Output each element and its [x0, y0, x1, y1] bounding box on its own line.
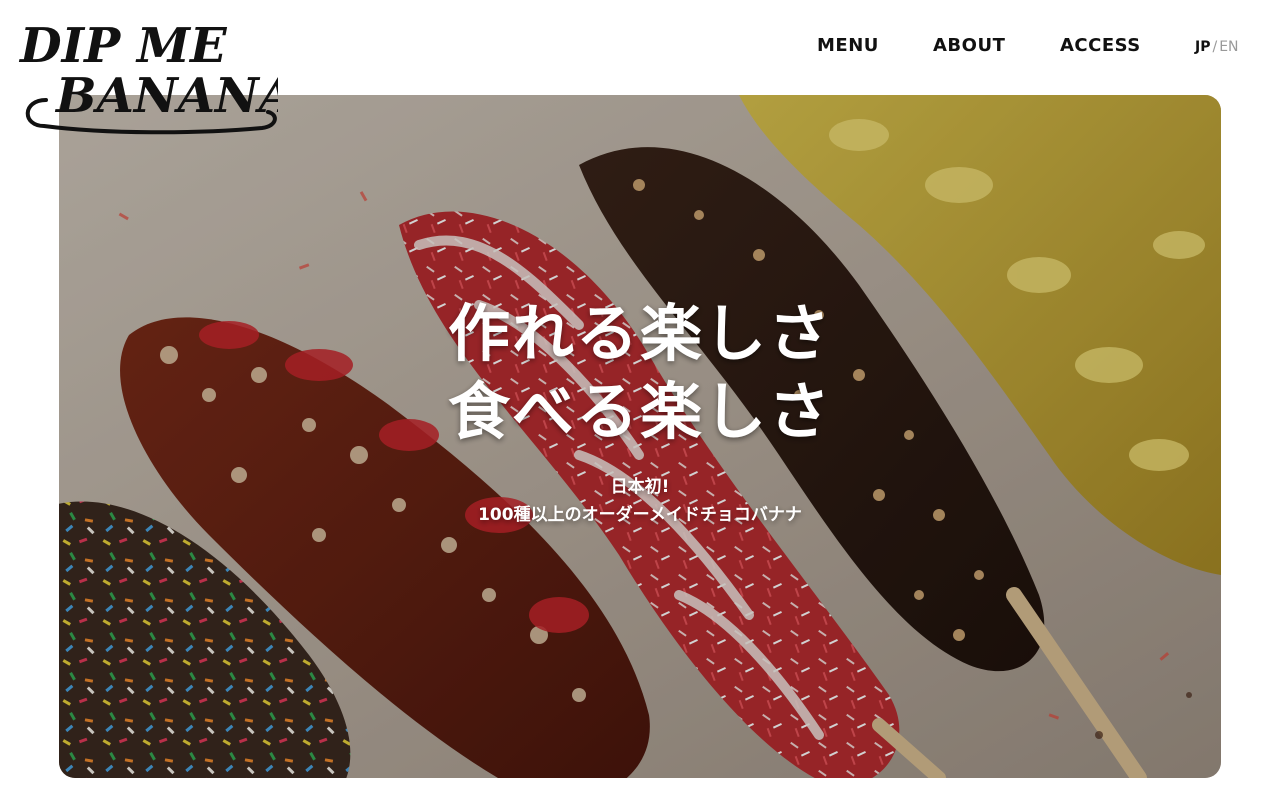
- nav-access-link[interactable]: ACCESS: [1060, 34, 1141, 58]
- page: DIP ME BANANA MENU ABOUT ACCESS JP/EN: [0, 0, 1280, 800]
- hero-headline-line2: 食べる楽しさ: [447, 375, 832, 448]
- lang-separator: /: [1212, 39, 1218, 55]
- hero-banner: 作れる楽しさ 食べる楽しさ 日本初! 100種以上のオーダーメイドチョコバナナ: [59, 95, 1221, 778]
- lang-jp-link[interactable]: JP: [1195, 39, 1210, 55]
- logo-graphic: DIP ME BANANA: [18, 18, 278, 135]
- hero-subline-line2: 100種以上のオーダーメイドチョコバナナ: [478, 505, 802, 525]
- hero-copy: 作れる楽しさ 食べる楽しさ 日本初! 100種以上のオーダーメイドチョコバナナ: [59, 295, 1221, 529]
- hero-headline: 作れる楽しさ 食べる楽しさ: [59, 295, 1221, 451]
- nav-about-link[interactable]: ABOUT: [933, 34, 1005, 58]
- logo-line1: DIP ME: [18, 18, 228, 74]
- nav-menu-link[interactable]: MENU: [817, 34, 879, 58]
- hero-subline: 日本初! 100種以上のオーダーメイドチョコバナナ: [59, 473, 1221, 529]
- brand-logo[interactable]: DIP ME BANANA: [16, 18, 278, 140]
- hero-headline-line1: 作れる楽しさ: [447, 297, 832, 370]
- hero-subline-line1: 日本初!: [610, 477, 670, 497]
- lang-en-link[interactable]: EN: [1219, 39, 1238, 55]
- logo-line2: BANANA: [54, 68, 278, 124]
- language-switcher: JP / EN: [1195, 38, 1239, 56]
